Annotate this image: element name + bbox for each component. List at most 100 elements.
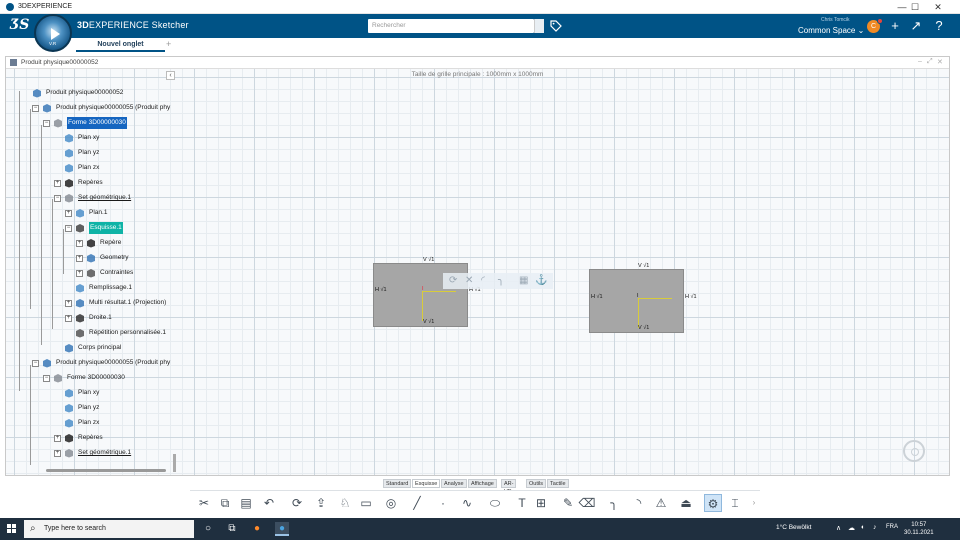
tray-chevron-icon[interactable]: ∧ bbox=[836, 524, 841, 532]
sketch-rectangle-right[interactable]: V √1 H √1 V √1 I bbox=[589, 263, 684, 333]
search-options-button[interactable] bbox=[534, 19, 544, 33]
point-icon[interactable]: · bbox=[434, 494, 452, 512]
collapse-toggle[interactable]: − bbox=[43, 375, 50, 382]
add-tab-button[interactable]: + bbox=[166, 38, 171, 51]
tag-icon[interactable] bbox=[550, 20, 562, 35]
profile-icon[interactable]: ♘ bbox=[336, 494, 354, 512]
rotate-icon[interactable]: ⟳ bbox=[449, 275, 457, 286]
search-input[interactable]: Rechercher bbox=[368, 19, 534, 33]
rectangle-icon[interactable]: ▭ bbox=[357, 494, 375, 512]
expand-toggle[interactable]: + bbox=[76, 255, 83, 262]
action-tab-standard[interactable]: Standard bbox=[383, 479, 412, 488]
doc-minimize-icon[interactable]: – bbox=[918, 58, 922, 65]
close-button[interactable]: ✕ bbox=[927, 1, 949, 13]
spline-icon[interactable]: ∿ bbox=[458, 494, 476, 512]
expand-toggle[interactable]: + bbox=[76, 270, 83, 277]
measure-icon[interactable]: ⏏ bbox=[677, 494, 695, 512]
trim-icon[interactable]: ✎ bbox=[559, 494, 577, 512]
doc-close-icon[interactable]: ✕ bbox=[937, 58, 943, 66]
tree-hscrollbar[interactable] bbox=[46, 469, 166, 472]
corner-icon[interactable]: ╮ bbox=[498, 275, 504, 286]
tree-guide-line bbox=[30, 365, 31, 465]
corner-tool-icon[interactable]: ╮ bbox=[605, 494, 623, 512]
table-icon[interactable]: ▦ bbox=[519, 275, 528, 286]
tree-node-label: Contraintes bbox=[100, 269, 134, 276]
action-tab-affichage[interactable]: Affichage bbox=[468, 479, 497, 488]
update-icon[interactable]: ⟳ bbox=[288, 494, 306, 512]
robot-manipulator-icon[interactable] bbox=[903, 440, 925, 462]
expand-toggle[interactable]: + bbox=[54, 450, 61, 457]
network-icon[interactable]: ☁ bbox=[848, 524, 855, 532]
windows-start-icon[interactable] bbox=[7, 524, 17, 534]
copy-icon[interactable]: ⧉ bbox=[216, 494, 234, 512]
tree-node-label: Droite.1 bbox=[89, 314, 112, 321]
circle-icon[interactable]: ◎ bbox=[382, 494, 400, 512]
expand-toggle[interactable]: + bbox=[76, 240, 83, 247]
notification-dot bbox=[877, 18, 883, 24]
speaker-icon[interactable]: ♪ bbox=[873, 524, 877, 531]
text-icon[interactable]: T bbox=[513, 494, 531, 512]
doc-maximize-icon[interactable]: ⤢ bbox=[927, 58, 933, 66]
collapse-tree-button[interactable]: ‹ bbox=[166, 71, 175, 80]
expand-toggle[interactable]: + bbox=[54, 435, 61, 442]
avatar[interactable]: C bbox=[867, 18, 883, 33]
multi-result-icon bbox=[75, 298, 85, 308]
expand-toggle[interactable]: + bbox=[65, 210, 72, 217]
warning-icon[interactable]: ⚠ bbox=[652, 494, 670, 512]
axis-v-line bbox=[638, 298, 639, 328]
anchor-icon[interactable]: ⚓ bbox=[535, 275, 547, 286]
add-icon[interactable]: + bbox=[888, 19, 902, 33]
cut-icon[interactable]: ✂ bbox=[195, 494, 213, 512]
maximize-button[interactable]: ☐ bbox=[904, 1, 926, 13]
ellipse-icon[interactable]: ⬭ bbox=[486, 494, 504, 512]
export-icon[interactable]: ⇪ bbox=[312, 494, 330, 512]
auto-constraint-icon[interactable]: ⚙ bbox=[704, 494, 722, 512]
collapse-toggle[interactable]: − bbox=[65, 225, 72, 232]
origin-marker: I bbox=[637, 293, 639, 299]
help-icon[interactable]: ? bbox=[932, 19, 946, 33]
clock[interactable]: 10:57 30.11.2021 bbox=[904, 521, 934, 537]
action-tab-esquisse[interactable]: Esquisse bbox=[412, 479, 441, 488]
tab-nouvel-onglet[interactable]: Nouvel onglet bbox=[76, 38, 165, 52]
share-icon[interactable]: ↗ bbox=[909, 19, 923, 33]
more-tools-icon[interactable]: › bbox=[745, 494, 763, 512]
dimension-icon[interactable]: ⌶ bbox=[726, 494, 744, 512]
delete-icon[interactable]: ✕ bbox=[465, 275, 473, 286]
expand-toggle[interactable]: + bbox=[65, 315, 72, 322]
tree-scrollbar[interactable] bbox=[173, 454, 176, 472]
weather-status[interactable]: 1°C Bewölkt bbox=[776, 524, 811, 531]
constraint-table-icon[interactable]: ⊞ bbox=[532, 494, 550, 512]
compass-icon[interactable]: V.R bbox=[34, 14, 72, 52]
arc-icon[interactable]: ◜ bbox=[481, 275, 485, 286]
eraser-icon[interactable]: ⌫ bbox=[578, 494, 596, 512]
tree-node-label: Forme 3D00000030 bbox=[67, 117, 127, 129]
collapse-toggle[interactable]: − bbox=[54, 195, 61, 202]
chamfer-icon[interactable]: ◝ bbox=[630, 494, 648, 512]
undo-icon[interactable]: ↶ bbox=[260, 494, 278, 512]
tree-node-label: Forme 3D00000030 bbox=[67, 374, 125, 381]
tree-node-label: Esquisse.1 bbox=[89, 222, 123, 234]
constraint-v-top: V √1 bbox=[638, 263, 650, 269]
context-toolbar: ⟳ ✕ ◜ ╮ ▦ ⚓ bbox=[443, 273, 553, 289]
cortana-icon[interactable]: ○ bbox=[201, 522, 215, 536]
action-tab-analyse[interactable]: Analyse bbox=[441, 479, 467, 488]
geoset-icon bbox=[64, 448, 74, 458]
language-indicator[interactable]: FRA bbox=[886, 524, 898, 530]
expand-toggle[interactable]: + bbox=[54, 180, 61, 187]
line-tool-icon[interactable]: ╱ bbox=[408, 494, 426, 512]
taskbar-search-input[interactable]: Type here to search bbox=[24, 520, 194, 538]
action-tab-ar-vr[interactable]: AR-VR bbox=[501, 479, 517, 495]
action-tab-outils[interactable]: Outils bbox=[526, 479, 547, 488]
paste-icon[interactable]: ▤ bbox=[237, 494, 255, 512]
task-view-icon[interactable]: ⧉ bbox=[225, 522, 239, 536]
firefox-icon[interactable]: ● bbox=[250, 522, 264, 536]
axis-v-line bbox=[422, 291, 423, 321]
volume-icon[interactable]: ◐ bbox=[861, 524, 865, 531]
collapse-toggle[interactable]: − bbox=[32, 105, 39, 112]
collab-space-selector[interactable]: Common Space ⌄ bbox=[798, 26, 864, 35]
expand-toggle[interactable]: + bbox=[65, 300, 72, 307]
3dexperience-taskbar-icon[interactable]: ● bbox=[275, 522, 289, 536]
action-tab-tactile[interactable]: Tactile bbox=[547, 479, 569, 488]
collapse-toggle[interactable]: − bbox=[32, 360, 39, 367]
collapse-toggle[interactable]: − bbox=[43, 120, 50, 127]
